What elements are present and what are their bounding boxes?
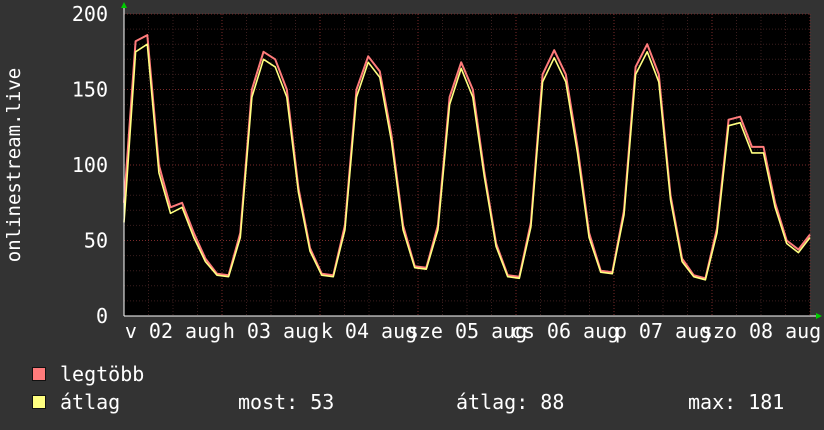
stat-max: max: 181 (688, 390, 785, 414)
legend-label-max: legtöbb (60, 362, 145, 386)
x-tick-label: h 03 aug (223, 319, 319, 343)
legend-item-avg: átlag (32, 390, 120, 414)
y-tick-label: 200 (72, 2, 108, 26)
y-tick-label: 50 (84, 229, 108, 253)
y-tick-label: 0 (96, 304, 108, 328)
x-tick-label: cs 06 aug (511, 319, 619, 343)
stat-now: most: 53 (238, 390, 335, 414)
y-tick-label: 100 (72, 153, 108, 177)
legend-swatch-avg (32, 395, 46, 409)
legend-item-max: legtöbb (32, 362, 144, 386)
x-tick-label: k 04 aug (321, 319, 417, 343)
x-tick-label: szo 08 aug (701, 319, 821, 343)
x-tick-label: v 02 aug (125, 319, 221, 343)
chart: 0 50 100 150 200 v 02 aug h 03 aug k 04 augsze … (0, 0, 824, 360)
x-tick-label: sze 05 aug (407, 319, 527, 343)
y-axis-label: onlinestream.live (3, 68, 25, 262)
y-tick-label: 150 (72, 78, 108, 102)
stat-avg: átlag: 88 (456, 390, 565, 414)
x-tick-label: p 07 aug (615, 319, 711, 343)
legend-label-avg: átlag (60, 390, 121, 414)
legend-swatch-max (32, 367, 46, 381)
